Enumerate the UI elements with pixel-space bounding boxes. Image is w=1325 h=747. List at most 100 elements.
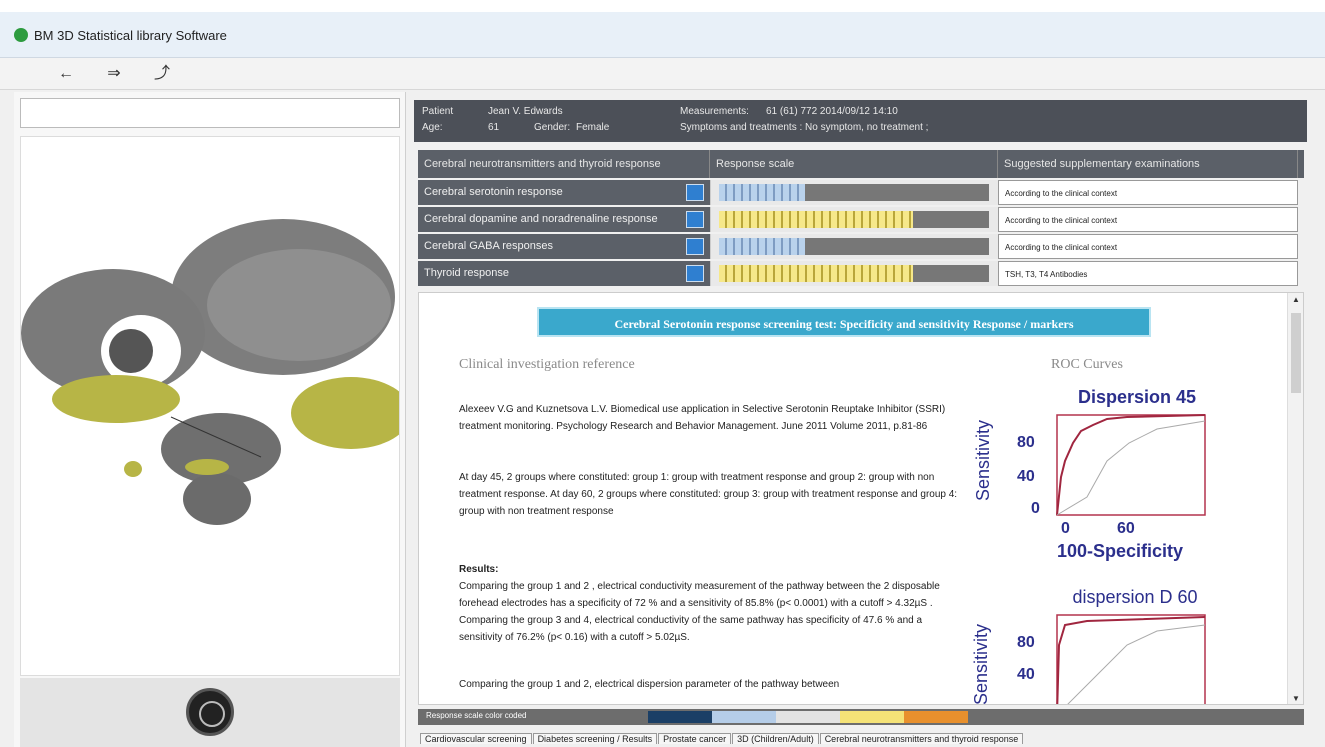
roc-45-ytick-0: 0: [1031, 500, 1040, 517]
roc-45-curve: [1056, 414, 1206, 516]
response-bar-track: [719, 211, 989, 228]
roc-curves-heading: ROC Curves: [1051, 357, 1123, 372]
table-row: Thyroid response TSH, T3, T4 Antibodies: [418, 261, 1304, 286]
header-response-scale: Response scale: [710, 150, 998, 178]
right-hemisphere-fold: [207, 249, 391, 361]
roc-45-plot-frame: [1056, 414, 1206, 516]
roc-60-ytick-40: 40: [1017, 666, 1035, 683]
response-scale-cell: [710, 207, 998, 232]
response-bar-fill: [719, 184, 806, 201]
patient-name: Jean V. Edwards: [488, 106, 563, 117]
response-scale-cell: [710, 234, 998, 259]
open-details-icon[interactable]: [686, 184, 704, 201]
navigation-wheel-icon[interactable]: [186, 688, 234, 736]
roc-60-plot-frame: [1056, 614, 1206, 704]
legend-swatch: [712, 711, 776, 723]
back-icon[interactable]: ←: [52, 62, 80, 86]
tab-strip: Cardiovascular screening Diabetes screeni…: [420, 733, 1325, 747]
legend-swatch: [904, 711, 968, 723]
gender-label: Gender:: [534, 122, 571, 133]
report-banner: Cerebral Serotonin response screening te…: [537, 307, 1151, 337]
roc-45-ylabel: Sensitivity: [973, 420, 993, 501]
results-heading: Results:: [459, 564, 499, 575]
age-label: Age:: [422, 122, 443, 133]
content-scrollbar[interactable]: ▲ ▼: [1287, 293, 1303, 704]
window-title: BM 3D Statistical library Software: [34, 28, 227, 43]
response-bar-track: [719, 238, 989, 255]
groups-paragraph: At day 45, 2 groups where constituted: g…: [459, 472, 958, 517]
legend-swatch: [648, 711, 712, 723]
scroll-thumb[interactable]: [1291, 313, 1301, 393]
small-structure: [124, 461, 142, 477]
forward-icon[interactable]: ⇒: [100, 62, 128, 86]
roc-45-ytick-80: 80: [1017, 434, 1035, 451]
response-bar-fill: [719, 265, 914, 282]
roc-60-ytick-80: 80: [1017, 634, 1035, 651]
response-bar-track: [719, 184, 989, 201]
results-paragraph-2: Comparing the group 1 and 2, electrical …: [459, 679, 840, 690]
roc-45-ytick-40: 40: [1017, 468, 1035, 485]
toolbar: ← ⇒ ⤴: [0, 58, 1325, 90]
clinical-reference-heading: Clinical investigation reference: [459, 357, 635, 372]
tab-3[interactable]: 3D (Children/Adult): [732, 733, 819, 744]
open-details-icon[interactable]: [686, 238, 704, 255]
suggestion-cell: According to the clinical context: [998, 180, 1298, 205]
left-pane: [14, 92, 406, 747]
roc-chart-60: dispersion D 60 Sensitivity 80 40: [971, 587, 1206, 704]
tab-0[interactable]: Cardiovascular screening: [420, 733, 532, 744]
roc-45-xtick-0: 0: [1061, 520, 1070, 537]
table-header: Cerebral neurotransmitters and thyroid r…: [418, 150, 1304, 178]
title-bar: BM 3D Statistical library Software: [0, 12, 1325, 58]
app-window: BM 3D Statistical library Software ← ⇒ ⤴: [0, 0, 1325, 747]
table-row: Cerebral serotonin response According to …: [418, 180, 1304, 205]
tab-4[interactable]: Cerebral neurotransmitters and thyroid r…: [819, 733, 1024, 744]
measurements-value: 61 (61) 772 2014/09/12 14:10: [766, 106, 898, 117]
response-bar-fill: [719, 211, 914, 228]
roc-60-reference-curve: [1067, 624, 1206, 704]
patient-info-box: Patient Jean V. Edwards Age: 61 Gender: …: [414, 100, 1307, 142]
tab-1[interactable]: Diabetes screening / Results: [532, 733, 658, 744]
row-label: Cerebral serotonin response: [418, 180, 710, 205]
thalamus: [109, 329, 153, 373]
legend-swatch: [776, 711, 840, 723]
roc-45-title: Dispersion 45: [1078, 387, 1196, 407]
scroll-up-icon[interactable]: ▲: [1291, 295, 1301, 305]
roc-60-title: dispersion D 60: [1072, 587, 1197, 607]
open-details-icon[interactable]: [686, 265, 704, 282]
app-logo-icon: [14, 28, 28, 42]
scroll-down-icon[interactable]: ▼: [1291, 694, 1301, 704]
roc-45-xlabel: 100-Specificity: [1057, 541, 1183, 561]
response-bar-track: [719, 265, 989, 282]
table-row: Cerebral dopamine and noradrenaline resp…: [418, 207, 1304, 232]
suggestion-cell: According to the clinical context: [998, 234, 1298, 259]
pons-marker: [185, 459, 229, 475]
roc-45-xtick-60: 60: [1117, 520, 1135, 537]
brain-3d-viewer[interactable]: [20, 136, 400, 676]
color-scale-legend: Response scale color coded: [418, 709, 1304, 725]
row-label-text: Thyroid response: [424, 267, 509, 279]
navigation-bar: [20, 678, 400, 747]
row-label: Cerebral dopamine and noradrenaline resp…: [418, 207, 710, 232]
measurements-label: Measurements:: [680, 106, 749, 117]
report-content: Cerebral Serotonin response screening te…: [418, 292, 1304, 705]
header-neurotransmitters: Cerebral neurotransmitters and thyroid r…: [418, 150, 710, 178]
left-search-input[interactable]: [20, 98, 400, 128]
suggestion-cell: According to the clinical context: [998, 207, 1298, 232]
patient-label: Patient: [422, 106, 454, 117]
response-bar-fill: [719, 238, 806, 255]
row-label-text: Cerebral serotonin response: [424, 186, 563, 198]
right-pane: Patient Jean V. Edwards Age: 61 Gender: …: [408, 92, 1325, 747]
export-icon[interactable]: ⤴: [148, 62, 176, 86]
response-scale-cell: [710, 180, 998, 205]
tab-2[interactable]: Prostate cancer: [658, 733, 732, 744]
brain-model-image: [21, 219, 399, 525]
header-suggested-exams: Suggested supplementary examinations: [998, 150, 1298, 178]
response-scale-cell: [710, 261, 998, 286]
roc-chart-45: Dispersion 45 Sensitivity 80 40 0 0 60 1…: [973, 387, 1206, 561]
medulla: [183, 473, 251, 525]
open-details-icon[interactable]: [686, 211, 704, 228]
row-label-text: Cerebral GABA responses: [424, 240, 554, 252]
legend-swatch: [840, 711, 904, 723]
response-table: Cerebral neurotransmitters and thyroid r…: [418, 150, 1304, 286]
results-paragraph: Comparing the group 1 and 2 , electrical…: [459, 581, 940, 643]
